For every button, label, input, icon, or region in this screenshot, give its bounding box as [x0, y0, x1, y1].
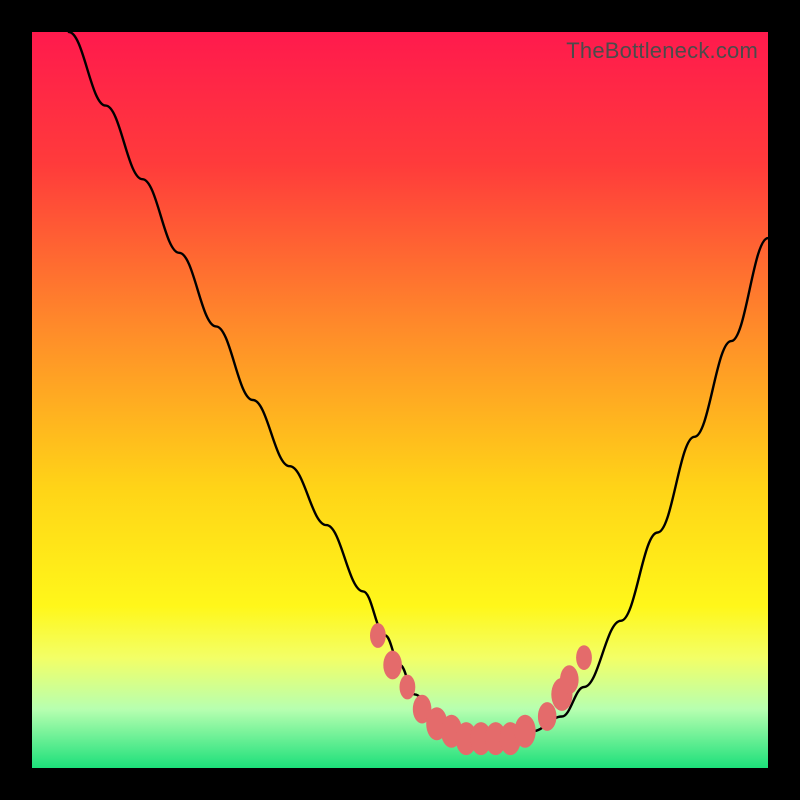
- valley-marker: [560, 665, 579, 694]
- valley-marker: [538, 702, 557, 731]
- valley-marker: [370, 623, 386, 648]
- plot-area: TheBottleneck.com: [32, 32, 768, 768]
- valley-marker: [515, 715, 536, 748]
- valley-marker: [576, 645, 592, 670]
- curve-svg: [32, 32, 768, 768]
- valley-marker: [383, 651, 402, 680]
- valley-marker: [400, 675, 416, 700]
- bottleneck-curve: [69, 32, 768, 739]
- chart-frame: TheBottleneck.com: [0, 0, 800, 800]
